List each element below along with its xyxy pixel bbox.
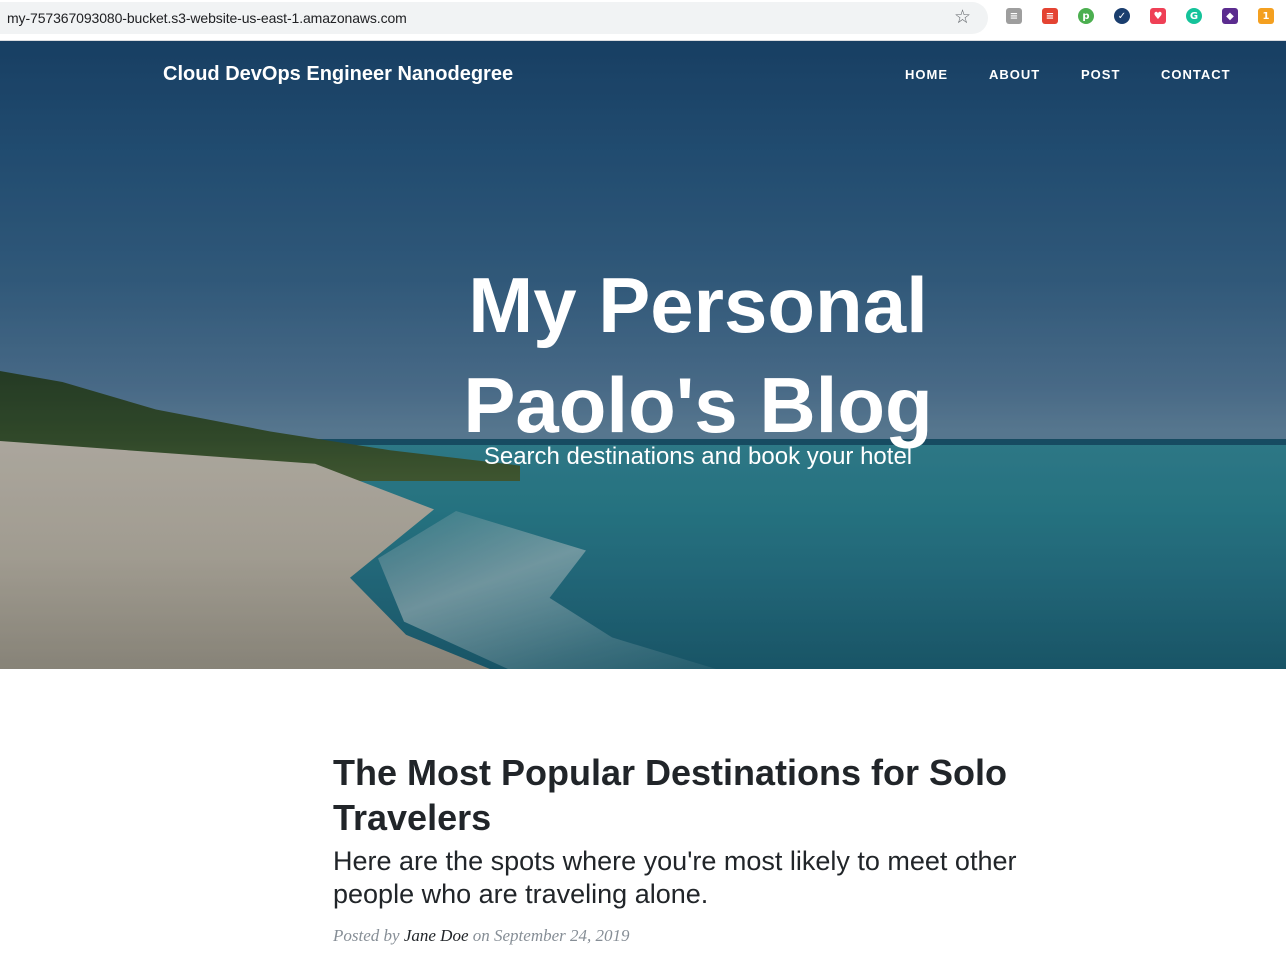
page-title-line1: My Personal xyxy=(468,261,928,349)
page-title-line2: Paolo's Blog xyxy=(463,361,933,449)
check-extension-icon[interactable]: ✓ xyxy=(1114,8,1130,24)
post-meta: Posted by Jane Doe on September 24, 2019 xyxy=(333,926,630,946)
pocket-extension-icon[interactable]: ♥ xyxy=(1150,8,1166,24)
mask-extension-icon[interactable]: ◆ xyxy=(1222,8,1238,24)
url-text[interactable]: my-757367093080-bucket.s3-website-us-eas… xyxy=(7,10,407,26)
post-meta-on: on xyxy=(472,926,490,945)
hero-header: Cloud DevOps Engineer Nanodegree HOME AB… xyxy=(0,41,1286,669)
post-subtitle-link[interactable]: Here are the spots where you're most lik… xyxy=(333,845,1073,911)
post-title-link[interactable]: The Most Popular Destinations for Solo T… xyxy=(333,750,1053,840)
page-title: My Personal Paolo's Blog xyxy=(0,255,1286,455)
nav-about[interactable]: ABOUT xyxy=(989,67,1040,82)
reader-extension-icon[interactable]: ≡ xyxy=(1006,8,1022,24)
browser-toolbar: my-757367093080-bucket.s3-website-us-eas… xyxy=(0,0,1286,41)
post-author-link[interactable]: Jane Doe xyxy=(404,926,469,945)
post-meta-prefix: Posted by xyxy=(333,926,400,945)
grammarly-extension-icon[interactable]: G xyxy=(1186,8,1202,24)
nav-home[interactable]: HOME xyxy=(905,67,948,82)
pin-extension-icon[interactable]: 1 xyxy=(1258,8,1274,24)
nav-contact[interactable]: CONTACT xyxy=(1161,67,1231,82)
address-bar[interactable]: my-757367093080-bucket.s3-website-us-eas… xyxy=(0,2,988,34)
nav-post[interactable]: POST xyxy=(1081,67,1120,82)
site-brand-link[interactable]: Cloud DevOps Engineer Nanodegree xyxy=(163,63,513,86)
todoist-extension-icon[interactable]: ≡ xyxy=(1042,8,1058,24)
post-date: September 24, 2019 xyxy=(494,926,630,945)
pushbullet-extension-icon[interactable]: p xyxy=(1078,8,1094,24)
page-subtitle: Search destinations and book your hotel xyxy=(483,443,913,470)
star-icon[interactable]: ☆ xyxy=(954,8,971,27)
